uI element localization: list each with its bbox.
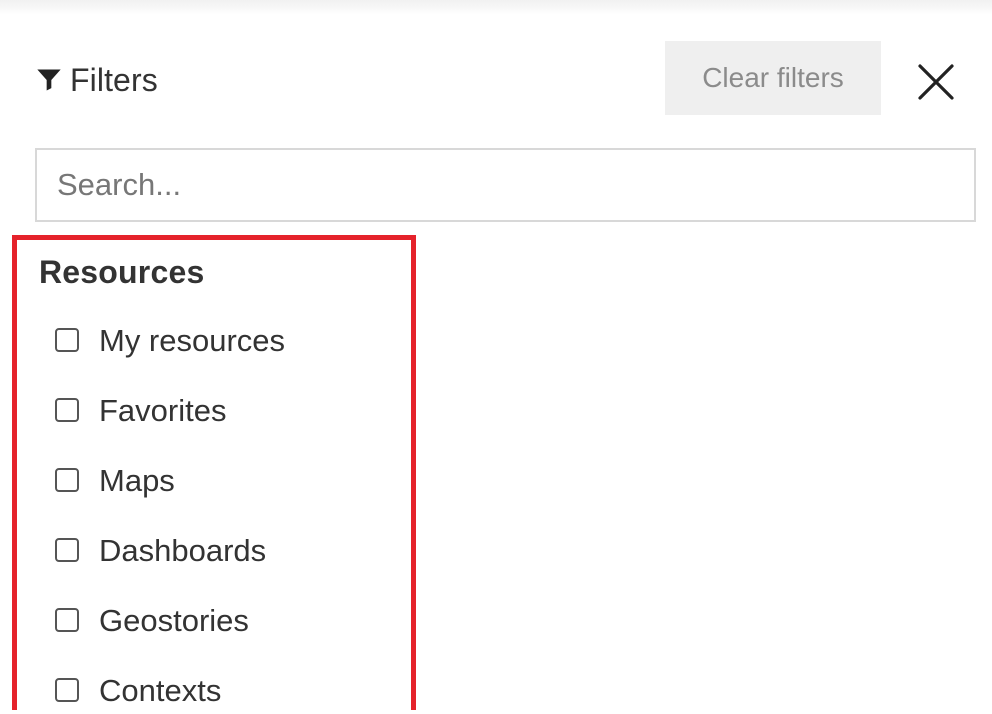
clear-filters-button[interactable]: Clear filters — [665, 41, 881, 115]
filter-option-label: Dashboards — [99, 532, 267, 568]
checkbox-maps[interactable] — [55, 468, 79, 492]
resources-section-title: Resources — [39, 254, 205, 290]
filter-option-dashboards[interactable]: Dashboards — [55, 526, 266, 574]
filter-option-label: Maps — [99, 462, 175, 498]
filter-option-contexts[interactable]: Contexts — [55, 666, 221, 714]
checkbox-geostories[interactable] — [55, 608, 79, 632]
filter-option-favorites[interactable]: Favorites — [55, 386, 226, 434]
search-input[interactable] — [35, 148, 976, 222]
checkbox-dashboards[interactable] — [55, 538, 79, 562]
filter-option-label: Contexts — [99, 672, 222, 708]
filters-panel: Filters Clear filters Resources My resou… — [0, 0, 992, 710]
filters-title: Filters — [70, 61, 158, 98]
filters-header: Filters Clear filters — [34, 40, 974, 116]
filter-option-geostories[interactable]: Geostories — [55, 596, 249, 644]
filter-option-label: Geostories — [99, 602, 249, 638]
filter-option-label: My resources — [99, 322, 286, 358]
filter-option-label: Favorites — [99, 392, 227, 428]
checkbox-my-resources[interactable] — [55, 328, 79, 352]
filters-title-wrap: Filters — [34, 62, 158, 98]
checkbox-contexts[interactable] — [55, 678, 79, 702]
filter-option-maps[interactable]: Maps — [55, 456, 175, 504]
filter-option-my-resources[interactable]: My resources — [55, 316, 285, 364]
close-button[interactable] — [912, 58, 960, 106]
close-icon — [918, 64, 954, 100]
filter-icon — [34, 65, 64, 95]
resources-filter-section: Resources My resources Favorites Maps Da… — [12, 235, 416, 710]
checkbox-favorites[interactable] — [55, 398, 79, 422]
